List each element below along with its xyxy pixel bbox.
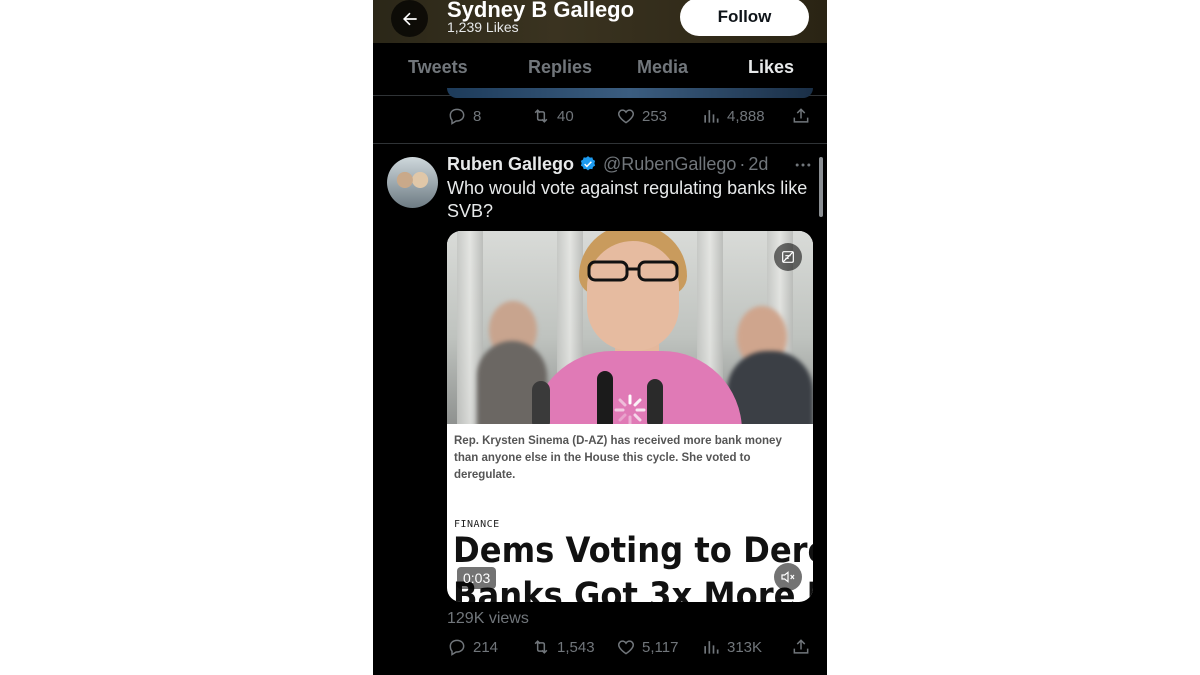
tweet-time[interactable]: 2d <box>748 154 768 175</box>
views-button[interactable]: 4,888 <box>701 106 765 126</box>
reply-icon <box>449 639 465 656</box>
retweet-button[interactable]: 1,543 <box>531 637 595 657</box>
retweet-button[interactable]: 40 <box>531 106 574 126</box>
scrollbar[interactable] <box>819 157 823 217</box>
speaker-muted-icon <box>781 571 795 583</box>
author-handle[interactable]: @RubenGallego <box>603 154 736 175</box>
impression-count: 313K <box>727 638 763 656</box>
verified-badge-icon <box>580 156 596 171</box>
share-icon <box>793 108 809 123</box>
eye-off-icon <box>782 251 794 263</box>
tab-replies[interactable]: Replies <box>528 57 592 78</box>
retweet-count: 40 <box>557 107 574 125</box>
arrow-left-icon <box>402 12 417 25</box>
share-icon <box>793 639 809 654</box>
previous-tweet-actions: 8 40 253 4,888 <box>447 106 813 130</box>
views-button[interactable]: 313K <box>701 637 762 657</box>
view-count: 4,888 <box>727 107 765 125</box>
like-count: 5,117 <box>642 638 679 656</box>
video-headline: Dems Voting to Deregulate Banks Got 3x M… <box>453 529 813 602</box>
profile-header: Sydney B Gallego 1,239 Likes Follow <box>373 0 827 43</box>
heart-icon <box>617 640 635 655</box>
reply-button[interactable]: 8 <box>447 106 481 126</box>
reply-count: 214 <box>473 638 499 656</box>
back-button[interactable] <box>391 0 428 37</box>
glasses <box>587 260 679 282</box>
tab-media[interactable]: Media <box>637 57 688 78</box>
tab-tweets[interactable]: Tweets <box>408 57 468 78</box>
share-button[interactable] <box>791 637 811 657</box>
retweet-count: 1,543 <box>557 638 595 656</box>
profile-likes-count: 1,239 Likes <box>447 19 519 35</box>
video-frame <box>447 231 813 424</box>
content-warning-button[interactable] <box>774 243 802 271</box>
author-name[interactable]: Ruben Gallego <box>447 154 574 175</box>
tweet-actions: 214 1,543 5,117 313K <box>447 637 813 661</box>
reply-icon <box>449 108 465 125</box>
reply-button[interactable]: 214 <box>447 637 498 657</box>
like-count: 253 <box>642 107 668 125</box>
heart-icon <box>617 109 635 124</box>
tweet-views: 129K views <box>447 610 529 627</box>
like-button[interactable]: 5,117 <box>616 637 678 657</box>
bar-chart-icon <box>704 110 719 123</box>
previous-tweet-media[interactable] <box>447 88 813 98</box>
video-caption: Rep. Krysten Sinema (D-AZ) has received … <box>454 435 782 481</box>
loading-spinner-icon <box>614 394 646 424</box>
bar-chart-icon <box>704 641 719 654</box>
retweet-icon <box>534 109 548 123</box>
tab-likes[interactable]: Likes <box>748 57 794 78</box>
more-options-icon[interactable] <box>793 155 813 175</box>
video-headline-line1: Dems Voting to Deregulate <box>453 531 813 571</box>
tweet-video[interactable]: Rep. Krysten Sinema (D-AZ) has received … <box>447 231 813 602</box>
tweet-text: Who would vote against regulating banks … <box>447 178 808 221</box>
mute-button[interactable] <box>774 563 802 591</box>
like-button[interactable]: 253 <box>616 106 667 126</box>
share-button[interactable] <box>791 106 811 126</box>
tweet-divider <box>373 143 827 144</box>
retweet-icon <box>534 640 548 654</box>
reply-count: 8 <box>473 107 482 125</box>
video-headline-line2: Banks Got 3x More Money <box>453 576 813 602</box>
follow-button[interactable]: Follow <box>680 0 809 36</box>
header-separator: · <box>739 153 746 174</box>
tweet-header: Ruben Gallego @RubenGallego · 2d <box>447 152 768 176</box>
phone-screen: Sydney B Gallego 1,239 Likes Follow Twee… <box>373 0 827 675</box>
avatar[interactable] <box>387 157 438 208</box>
video-timer: 0:03 <box>457 567 497 589</box>
